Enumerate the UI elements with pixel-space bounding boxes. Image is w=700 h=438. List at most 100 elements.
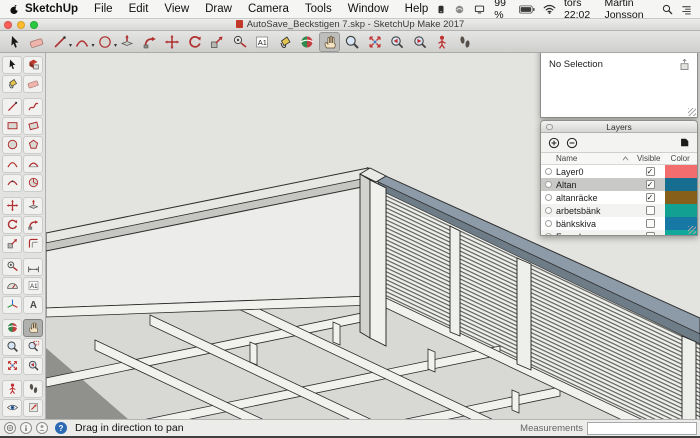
palette-zoom-button[interactable] xyxy=(2,338,22,356)
palette-arc-button[interactable] xyxy=(2,155,22,173)
layer-row-Layer0[interactable]: Layer0✓ xyxy=(541,165,697,178)
layer-color-swatch[interactable] xyxy=(665,178,697,191)
layer-row-Altan[interactable]: Altan ✓ xyxy=(541,178,697,191)
minimize-window-button[interactable] xyxy=(17,21,25,29)
palette-rotate-button[interactable] xyxy=(2,216,22,234)
toolbar-zoom-button[interactable] xyxy=(342,32,363,52)
palette-eraser-button[interactable] xyxy=(23,75,43,93)
layer-visible-checkbox[interactable] xyxy=(646,219,655,228)
toolbar-zoom-extents-button[interactable] xyxy=(364,32,385,52)
layer-visible-checkbox[interactable]: ✓ xyxy=(646,180,655,189)
layers-menu-icon[interactable] xyxy=(679,137,690,148)
palette-make-component-button[interactable] xyxy=(23,56,43,74)
toolbar-text-button[interactable]: A1 xyxy=(252,32,273,52)
palette-zoom-window-button[interactable] xyxy=(23,338,43,356)
menu-item-view[interactable]: View xyxy=(156,3,197,15)
column-color[interactable]: Color xyxy=(663,154,697,163)
layer-name[interactable]: Altan xyxy=(556,180,635,190)
layer-radio[interactable] xyxy=(545,220,552,227)
palette-dimension-button[interactable] xyxy=(23,258,43,276)
layers-title-bar[interactable]: Layers xyxy=(541,121,697,133)
palette-rotated-rectangle-button[interactable] xyxy=(23,117,43,135)
siri-icon[interactable] xyxy=(454,4,465,15)
close-window-button[interactable] xyxy=(4,21,12,29)
palette-walk-button[interactable] xyxy=(23,380,43,398)
zoom-window-button[interactable] xyxy=(30,21,38,29)
menu-item-draw[interactable]: Draw xyxy=(197,3,240,15)
palette-protractor-button[interactable] xyxy=(2,277,22,295)
palette-zoom-extents-button[interactable] xyxy=(2,357,22,375)
toolbar-move-button[interactable] xyxy=(162,32,183,52)
toolbar-follow-me-button[interactable] xyxy=(139,32,160,52)
layer-radio[interactable] xyxy=(545,233,552,235)
layer-visible-checkbox[interactable]: ✓ xyxy=(646,193,655,202)
layer-radio[interactable] xyxy=(545,207,552,214)
palette-paint-bucket-button[interactable] xyxy=(2,75,22,93)
palette-offset-button[interactable] xyxy=(23,235,43,253)
geolocation-icon[interactable] xyxy=(4,422,16,434)
menu-item-tools[interactable]: Tools xyxy=(297,3,340,15)
toolbar-arc-button[interactable]: ▾ xyxy=(72,32,93,52)
apple-logo-icon[interactable] xyxy=(8,3,20,16)
palette-two-point-arc-button[interactable] xyxy=(23,155,43,173)
palette-line-button[interactable] xyxy=(2,98,22,116)
credits-icon[interactable] xyxy=(20,422,32,434)
layer-radio[interactable] xyxy=(545,181,552,188)
layer-color-swatch[interactable] xyxy=(665,191,697,204)
menu-item-sketchup[interactable]: SketchUp xyxy=(20,3,86,15)
toolbar-scale-button[interactable] xyxy=(207,32,228,52)
remove-layer-icon[interactable] xyxy=(566,137,578,149)
spotlight-icon[interactable] xyxy=(662,4,673,15)
panel-resize-grip[interactable] xyxy=(688,108,696,116)
panel-resize-grip[interactable] xyxy=(688,226,696,234)
layer-visible-checkbox[interactable] xyxy=(646,232,655,235)
toolbar-paint-bucket-button[interactable] xyxy=(274,32,295,52)
panel-close-icon[interactable] xyxy=(546,124,553,131)
toolbar-rotate-button[interactable] xyxy=(184,32,205,52)
toolbar-position-camera-button[interactable] xyxy=(432,32,453,52)
menu-item-file[interactable]: File xyxy=(86,3,121,15)
wifi-icon[interactable] xyxy=(543,4,556,14)
toolbar-orbit-button[interactable] xyxy=(297,32,318,52)
menu-bar-user[interactable]: Martin Jonsson xyxy=(604,0,654,21)
menu-item-edit[interactable]: Edit xyxy=(121,3,157,15)
menu-bar-clock[interactable]: tors 22:02 xyxy=(564,0,597,21)
display-icon[interactable] xyxy=(473,4,486,15)
layer-row-arbetsbänk[interactable]: arbetsbänk xyxy=(541,204,697,217)
palette-position-camera-button[interactable] xyxy=(2,380,22,398)
notification-center-icon[interactable] xyxy=(681,4,692,15)
toolbar-previous-button[interactable] xyxy=(387,32,408,52)
palette-text-button[interactable]: A1 xyxy=(23,277,43,295)
layer-name[interactable]: bänkskiva xyxy=(556,219,635,229)
palette-pan-button[interactable] xyxy=(23,319,43,337)
toolbar-line-button[interactable]: ▾ xyxy=(49,32,70,52)
palette-three-d-text-button[interactable]: A xyxy=(23,296,43,314)
palette-orbit-button[interactable] xyxy=(2,319,22,337)
palette-scale-button[interactable] xyxy=(2,235,22,253)
toolbar-select-button[interactable] xyxy=(4,32,25,52)
toolbar-push-pull-button[interactable] xyxy=(117,32,138,52)
palette-previous-button[interactable] xyxy=(23,357,43,375)
palette-tape-measure-button[interactable] xyxy=(2,258,22,276)
palette-push-pull-button[interactable] xyxy=(23,197,43,215)
layer-color-swatch[interactable] xyxy=(665,165,697,178)
toolbar-eraser-button[interactable] xyxy=(27,32,48,52)
layer-color-swatch[interactable] xyxy=(665,204,697,217)
layer-row-bänkskiva[interactable]: bänkskiva xyxy=(541,217,697,230)
palette-section-plane-button[interactable] xyxy=(23,399,43,417)
palette-polygon-button[interactable] xyxy=(23,136,43,154)
palette-follow-me-button[interactable] xyxy=(23,216,43,234)
menu-item-camera[interactable]: Camera xyxy=(240,3,297,15)
layer-visible-checkbox[interactable]: ✓ xyxy=(646,167,655,176)
layer-visible-checkbox[interactable] xyxy=(646,206,655,215)
palette-freehand-button[interactable] xyxy=(23,98,43,116)
layer-row-Fasad[interactable]: Fasad xyxy=(541,230,697,235)
toolbar-walk-button[interactable] xyxy=(454,32,475,52)
toolbar-next-button[interactable] xyxy=(409,32,430,52)
add-layer-icon[interactable] xyxy=(548,137,560,149)
toolbar-circle-button[interactable]: ▾ xyxy=(94,32,115,52)
layer-radio[interactable] xyxy=(545,194,552,201)
layer-row-altanräcke[interactable]: altanräcke ✓ xyxy=(541,191,697,204)
layer-name[interactable]: altanräcke xyxy=(556,193,635,203)
palette-pie-button[interactable] xyxy=(23,174,43,192)
